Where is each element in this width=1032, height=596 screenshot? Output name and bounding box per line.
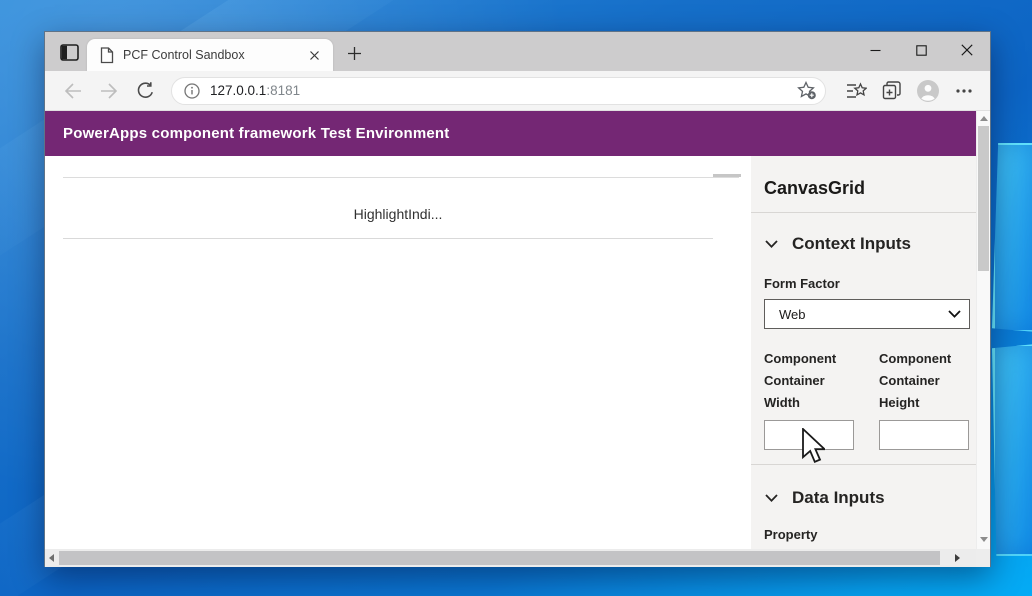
container-width-label: Component Container Width <box>764 351 837 410</box>
refresh-icon[interactable] <box>131 77 159 105</box>
context-inputs-label: Context Inputs <box>792 234 911 253</box>
browser-tab[interactable]: PCF Control Sandbox <box>87 39 333 71</box>
divider <box>751 212 976 213</box>
forward-icon[interactable] <box>95 77 123 105</box>
browser-window: PCF Control Sandbox 127.0.0.1:8181 Power… <box>44 31 991 567</box>
form-factor-label: Form Factor <box>764 276 840 291</box>
control-render-area: HighlightIndi... <box>45 156 751 449</box>
form-factor-value: Web <box>779 306 806 322</box>
favorite-add-icon[interactable] <box>797 81 817 100</box>
scroll-up-icon[interactable] <box>980 116 988 121</box>
container-width-input[interactable] <box>764 420 854 450</box>
property-label: Property <box>764 527 818 542</box>
vertical-scrollbar-thumb[interactable] <box>978 126 989 271</box>
grid-scrollbar-thumb[interactable] <box>713 174 741 177</box>
more-menu-icon[interactable] <box>950 77 978 105</box>
windows-logo-pane-bottom <box>992 344 1032 556</box>
back-icon[interactable] <box>59 77 87 105</box>
chevron-down-icon <box>765 240 778 248</box>
container-size-fields: Component Container Width Component Cont… <box>764 348 973 450</box>
site-info-icon[interactable] <box>184 82 200 99</box>
new-tab-icon[interactable] <box>342 43 366 63</box>
chevron-down-icon <box>765 494 778 502</box>
url-text[interactable]: 127.0.0.1:8181 <box>210 83 797 98</box>
tab-title: PCF Control Sandbox <box>123 48 245 62</box>
favorites-icon[interactable] <box>842 77 870 105</box>
collections-icon[interactable] <box>878 77 906 105</box>
panel-title: CanvasGrid <box>764 178 866 198</box>
windows-logo-pane-top <box>992 143 1032 332</box>
url-host: 127.0.0.1 <box>210 83 267 98</box>
minimize-icon[interactable] <box>852 32 898 68</box>
page-favicon-icon <box>100 46 114 63</box>
window-close-icon[interactable] <box>944 32 990 68</box>
desktop-background: PCF Control Sandbox 127.0.0.1:8181 Power… <box>0 0 1032 596</box>
scroll-down-icon[interactable] <box>980 537 988 542</box>
banner-title: PowerApps component framework Test Envir… <box>63 125 450 142</box>
horizontal-scrollbar[interactable] <box>45 549 976 567</box>
vertical-scrollbar[interactable] <box>976 111 990 549</box>
test-environment-banner: PowerApps component framework Test Envir… <box>45 111 976 156</box>
tab-strip: PCF Control Sandbox <box>45 32 990 71</box>
context-inputs-section-toggle[interactable]: Context Inputs <box>764 234 973 254</box>
form-factor-select[interactable]: Web <box>764 299 970 329</box>
url-port: :8181 <box>266 83 301 98</box>
maximize-icon[interactable] <box>898 32 944 68</box>
divider <box>751 464 976 465</box>
container-width-field: Component Container Width <box>764 348 854 450</box>
container-height-input[interactable] <box>879 420 969 450</box>
scroll-right-icon[interactable] <box>955 554 960 562</box>
browser-toolbar: 127.0.0.1:8181 <box>45 71 990 111</box>
tab-close-icon[interactable] <box>305 46 323 64</box>
data-inputs-label: Data Inputs <box>792 488 885 507</box>
scrollbar-corner <box>976 549 990 567</box>
chevron-down-icon <box>948 310 961 318</box>
container-height-field: Component Container Height <box>879 348 969 450</box>
harness-sidebar: CanvasGrid Context Inputs Form Factor We… <box>751 156 976 549</box>
profile-avatar-icon[interactable] <box>914 77 942 105</box>
vertical-tabs-icon[interactable] <box>58 42 80 62</box>
grid-column-header[interactable]: HighlightIndi... <box>45 206 751 222</box>
horizontal-scrollbar-thumb[interactable] <box>59 551 940 565</box>
data-inputs-section-toggle[interactable]: Data Inputs <box>764 488 973 508</box>
scroll-left-icon[interactable] <box>49 554 54 562</box>
window-controls <box>852 32 990 71</box>
grid-header-border <box>63 238 713 239</box>
grid-top-border <box>63 177 739 178</box>
address-bar[interactable]: 127.0.0.1:8181 <box>171 76 826 105</box>
container-height-label: Component Container Height <box>879 351 952 410</box>
